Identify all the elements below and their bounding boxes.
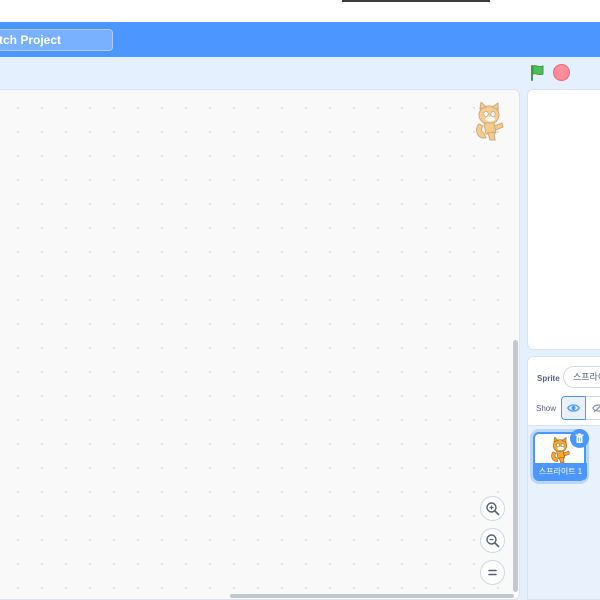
delete-sprite-button[interactable]: [570, 429, 589, 448]
top-divider: [342, 0, 490, 2]
horizontal-scrollbar[interactable]: [230, 594, 514, 598]
trash-icon: [575, 433, 584, 443]
show-label: Show: [536, 404, 557, 413]
sprite-info-panel: Sprite 스프라이 Show: [527, 356, 600, 426]
vertical-scrollbar[interactable]: [513, 340, 518, 592]
sprite-label: Sprite: [537, 374, 560, 383]
eye-hidden-icon: [591, 404, 600, 413]
show-visible-button[interactable]: [561, 396, 586, 420]
zoom-out-icon[interactable]: [480, 528, 505, 553]
eye-icon: [567, 404, 580, 412]
sprite-list-panel: 스프라이트 1: [527, 426, 600, 600]
stage-toolbar: [0, 57, 600, 89]
sprite-name-input[interactable]: 스프라이: [563, 366, 600, 388]
browser-top-strip: [0, 0, 600, 22]
sprite-tile-label: 스프라이트 1: [534, 463, 587, 480]
show-hidden-button[interactable]: [586, 396, 600, 420]
project-title-input[interactable]: tch Project: [0, 29, 113, 51]
menu-bar: tch Project: [0, 22, 600, 57]
zoom-reset-icon[interactable]: [480, 560, 505, 585]
sprite-cat-icon: [472, 100, 506, 142]
stop-icon[interactable]: [553, 64, 570, 81]
stage-canvas[interactable]: [527, 89, 600, 350]
zoom-in-icon[interactable]: [480, 496, 505, 521]
green-flag-icon[interactable]: [528, 63, 548, 83]
code-workspace[interactable]: [0, 89, 520, 600]
